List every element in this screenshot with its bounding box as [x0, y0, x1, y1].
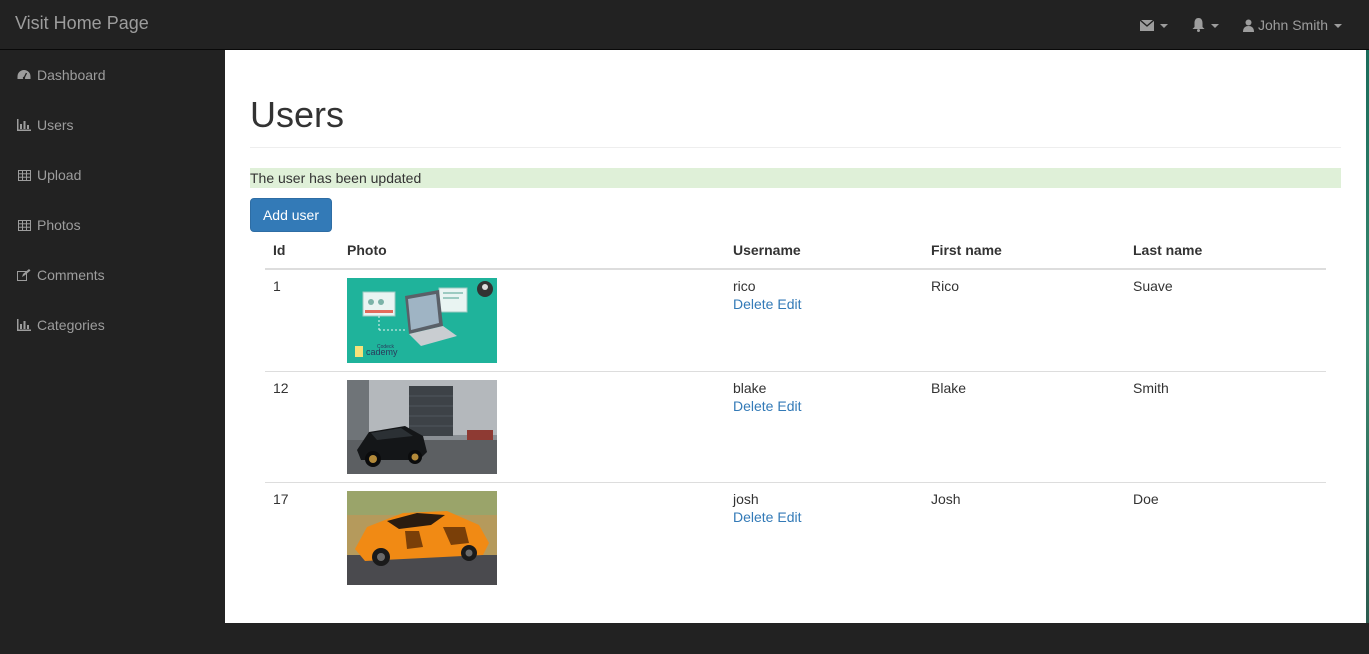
last-name: Doe — [1125, 482, 1326, 594]
delete-link[interactable]: Delete — [733, 296, 773, 312]
sidebar-item-label: Comments — [37, 267, 105, 283]
dashboard-icon — [17, 68, 31, 82]
envelope-icon — [1139, 19, 1154, 31]
chevron-down-icon — [1210, 24, 1219, 28]
sidebar-item-photos[interactable]: Photos — [0, 200, 225, 250]
black-car-image — [347, 380, 497, 474]
bar-chart-icon — [17, 318, 31, 332]
sidebar-item-users[interactable]: Users — [0, 100, 225, 150]
bar-chart-icon — [17, 118, 31, 132]
page-header: Users — [250, 97, 1341, 148]
table-header-row: Id Photo Username First name Last name — [265, 232, 1326, 270]
thumb-brand-small-text: Codeck — [377, 344, 394, 350]
table-row: 1 cademy Codeck rico Delete Edit Rico Su… — [265, 269, 1326, 372]
table-icon — [17, 168, 31, 182]
first-name: Josh — [923, 482, 1125, 594]
edit-icon — [17, 268, 31, 282]
row-actions: Delete Edit — [733, 296, 915, 312]
photo-cell — [339, 371, 725, 483]
edit-link[interactable]: Edit — [777, 398, 801, 414]
column-header-username: Username — [725, 232, 923, 270]
top-navbar: Visit Home Page John Smith — [0, 0, 1369, 50]
user-id: 1 — [273, 278, 281, 294]
username-cell: blake Delete Edit — [725, 371, 923, 483]
success-alert: The user has been updated — [250, 168, 1341, 188]
column-header-photo: Photo — [339, 232, 725, 270]
page-content: Users The user has been updated Add user… — [225, 50, 1366, 623]
user-icon — [1242, 19, 1254, 32]
user-dropdown[interactable]: John Smith — [1231, 0, 1354, 50]
user-id: 12 — [265, 371, 339, 483]
sidebar-item-label: Users — [37, 117, 74, 133]
sidebar-item-label: Dashboard — [37, 67, 106, 83]
username-cell: rico Delete Edit — [725, 269, 923, 372]
column-header-first-name: First name — [923, 232, 1125, 270]
page-bottom-area — [0, 623, 1369, 654]
sidebar-item-label: Photos — [37, 217, 81, 233]
sidebar-item-categories[interactable]: Categories — [0, 300, 225, 350]
table-icon — [17, 218, 31, 232]
last-name: Suave — [1133, 278, 1173, 294]
username: blake — [733, 380, 767, 396]
users-table: Id Photo Username First name Last name 1 — [265, 232, 1326, 594]
bell-icon — [1192, 18, 1205, 32]
delete-link[interactable]: Delete — [733, 509, 773, 525]
sidebar-item-dashboard[interactable]: Dashboard — [0, 50, 225, 100]
row-actions: Delete Edit — [733, 398, 915, 414]
sidebar-item-comments[interactable]: Comments — [0, 250, 225, 300]
column-header-id: Id — [265, 232, 339, 270]
photo-cell: cademy Codeck — [339, 269, 725, 372]
edit-link[interactable]: Edit — [777, 509, 801, 525]
last-name: Smith — [1125, 371, 1326, 483]
photo-cell — [339, 482, 725, 594]
sidebar-item-label: Upload — [37, 167, 82, 183]
row-actions: Delete Edit — [733, 509, 915, 525]
table-row: 17 josh Delete Edit Josh Doe — [265, 482, 1326, 594]
sidebar: Dashboard Users Upload Photos Comments C… — [0, 50, 225, 654]
sidebar-item-upload[interactable]: Upload — [0, 150, 225, 200]
add-user-button[interactable]: Add user — [250, 198, 332, 232]
top-nav-right: John Smith — [1128, 0, 1354, 50]
column-header-last-name: Last name — [1125, 232, 1326, 270]
sidebar-item-label: Categories — [37, 317, 105, 333]
chevron-down-icon — [1159, 24, 1168, 28]
messages-dropdown[interactable] — [1128, 0, 1180, 50]
first-name: Blake — [923, 371, 1125, 483]
user-name: John Smith — [1257, 17, 1328, 33]
delete-link[interactable]: Delete — [733, 398, 773, 414]
username-cell: josh Delete Edit — [725, 482, 923, 594]
orange-car-image — [347, 491, 497, 585]
alerts-dropdown[interactable] — [1180, 0, 1231, 50]
table-row: 12 blake Delete Edit Blake Smith — [265, 371, 1326, 483]
first-name: Rico — [931, 278, 960, 294]
page-title: Users — [250, 94, 345, 135]
edit-link[interactable]: Edit — [777, 296, 801, 312]
username: josh — [733, 491, 759, 507]
chevron-down-icon — [1334, 24, 1342, 28]
laptop-course-image: cademy Codeck — [347, 278, 497, 363]
user-id: 17 — [265, 482, 339, 594]
username: rico — [733, 278, 756, 294]
brand-link[interactable]: Visit Home Page — [15, 13, 149, 34]
